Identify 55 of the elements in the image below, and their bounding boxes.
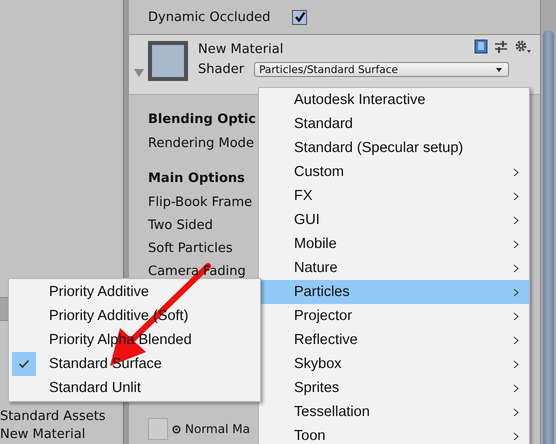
settings-icon[interactable]	[514, 39, 532, 54]
menu-item[interactable]: Custom	[259, 160, 529, 184]
checkbox[interactable]	[292, 10, 308, 24]
chevron-icon	[513, 216, 519, 224]
folder-item[interactable]: New Material	[0, 426, 86, 444]
menu-item[interactable]: Standard Unlit	[9, 376, 260, 400]
menu-item[interactable]: Standard Surface	[9, 352, 260, 376]
chevron-icon	[513, 312, 519, 320]
menu-item[interactable]: Particles	[259, 280, 529, 304]
property-label: Two Sided	[148, 218, 213, 233]
chevron-icon	[513, 360, 519, 368]
chevron-icon	[513, 168, 519, 176]
chevron-icon	[513, 336, 519, 344]
check-mark-icon	[12, 352, 36, 376]
property-label: Camera Fading	[148, 264, 246, 279]
menu-item[interactable]: FX	[259, 184, 529, 208]
chevron-icon	[513, 240, 519, 248]
menu-item[interactable]: Standard	[259, 112, 529, 136]
chevron-icon	[513, 288, 519, 296]
material-name: New Material	[198, 41, 284, 59]
folder-item[interactable]: Standard Assets	[0, 408, 106, 426]
property-label: Flip-Book Frame	[148, 195, 252, 210]
menu-item[interactable]: Projector	[259, 304, 529, 328]
caret-icon	[496, 68, 502, 72]
scrollbar-thumb[interactable]	[543, 30, 554, 444]
dropdown-value: Particles/Standard Surface	[259, 64, 398, 76]
shader-dropdown[interactable]: Particles/Standard Surface	[254, 62, 510, 77]
section-heading: Blending Optic	[148, 112, 256, 126]
section-heading: Main Options	[148, 170, 245, 186]
property-label: Normal Ma	[185, 422, 250, 436]
menu-item[interactable]: Sprites	[259, 376, 529, 400]
property-label: Soft Particles	[148, 241, 233, 256]
chevron-icon	[513, 408, 519, 416]
shader-label: Shader	[198, 62, 244, 77]
target-icon[interactable]	[172, 424, 181, 434]
sliders-icon[interactable]	[494, 40, 508, 52]
menu-item[interactable]: GUI	[259, 208, 529, 232]
scrollbar[interactable]	[540, 0, 556, 444]
menu-item[interactable]: Nature	[259, 256, 529, 280]
chevron-icon	[513, 432, 519, 440]
chevron-icon	[513, 384, 519, 392]
property-label: Dynamic Occluded	[148, 10, 270, 24]
menu-item[interactable]: Standard (Specular setup)	[259, 136, 529, 160]
menu-item[interactable]: Tessellation	[259, 400, 529, 424]
menu-item[interactable]: Mobile	[259, 232, 529, 256]
material-swatch	[148, 41, 188, 81]
menu-item[interactable]: Toon	[259, 424, 529, 444]
menu-item[interactable]: Reflective	[259, 328, 529, 352]
menu-item[interactable]: Autodesk Interactive	[259, 88, 529, 112]
help-book-icon[interactable]	[474, 39, 488, 54]
menu-item[interactable]: Skybox	[259, 352, 529, 376]
chevron-icon	[513, 192, 519, 200]
menu-item[interactable]: Priority Additive	[9, 280, 260, 304]
chevron-icon	[513, 264, 519, 272]
property-label: Rendering Mode	[148, 136, 254, 151]
